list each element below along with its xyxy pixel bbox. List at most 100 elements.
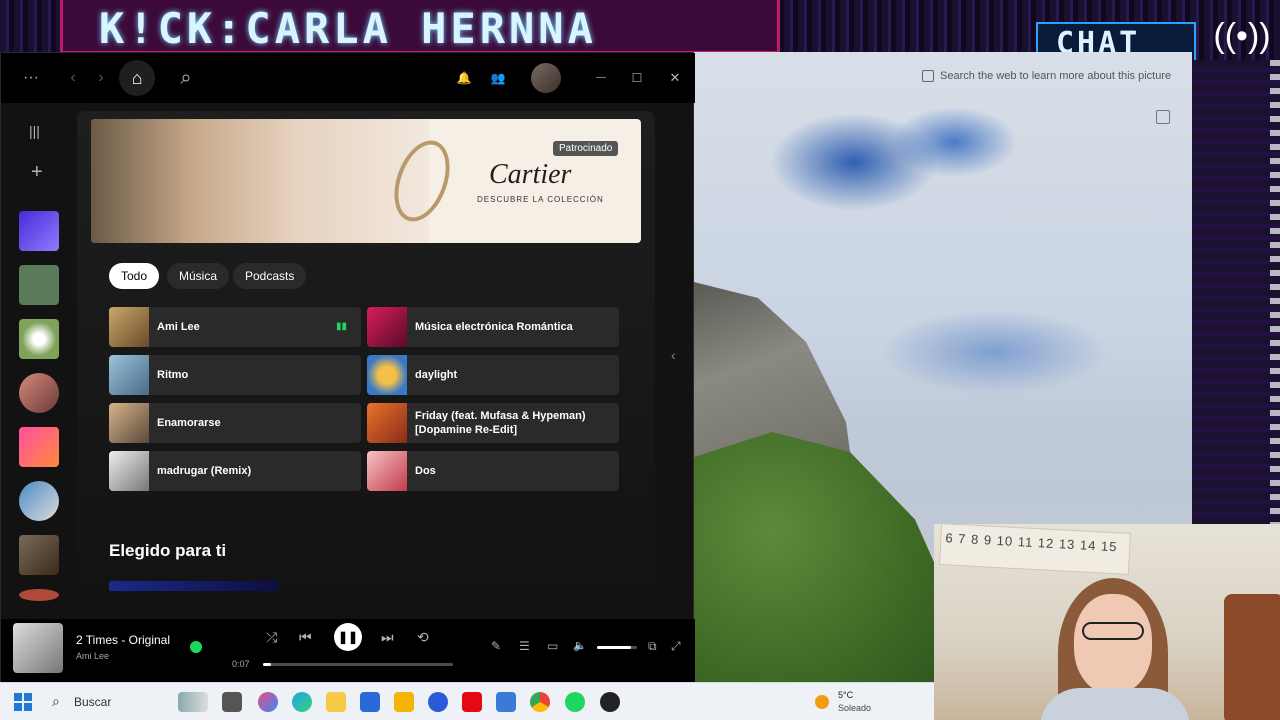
- pause-button[interactable]: ❚❚: [334, 623, 362, 651]
- sponsored-badge: Patrocinado: [553, 141, 619, 156]
- tile-cover: [367, 355, 407, 395]
- close-icon[interactable]: ✕: [665, 65, 685, 91]
- playlist-thumb[interactable]: [19, 535, 59, 575]
- bell-icon[interactable]: 🔔: [453, 65, 475, 91]
- shuffle-icon[interactable]: ⤮: [266, 629, 277, 646]
- trees: [694, 432, 954, 682]
- tile-cover: [109, 307, 149, 347]
- windows-start-icon[interactable]: [14, 693, 32, 711]
- playlist-thumb[interactable]: [19, 427, 59, 467]
- shortcut-tile[interactable]: daylight: [367, 355, 619, 395]
- section-title[interactable]: Elegido para ti: [109, 541, 226, 561]
- zoom-icon[interactable]: [428, 692, 448, 712]
- streamer-shirt: [1040, 688, 1190, 720]
- broadcast-icon: ((•)): [1213, 17, 1271, 55]
- taskbar: ⌕ Buscar 5°C Soleado: [0, 682, 934, 720]
- tile-label: Dos: [415, 464, 436, 477]
- next-icon[interactable]: ⏭: [381, 629, 394, 646]
- ad-brand: Cartier: [489, 159, 572, 190]
- now-playing-artist[interactable]: Ami Lee: [76, 651, 109, 661]
- friends-icon[interactable]: 👥: [487, 65, 509, 91]
- previous-icon[interactable]: ⏮: [299, 629, 312, 646]
- miniplayer-icon[interactable]: ⧉: [648, 639, 657, 654]
- back-icon[interactable]: ‹: [63, 65, 83, 91]
- minimize-icon[interactable]: —: [591, 65, 611, 91]
- title-bar: ··· ‹ › ⌂ ⌕ 🔔 👥 — ☐ ✕: [1, 53, 695, 103]
- tile-cover: [109, 403, 149, 443]
- lyrics-icon[interactable]: ✎: [491, 639, 501, 653]
- menu-icon[interactable]: ···: [19, 65, 43, 91]
- artist-thumb[interactable]: [19, 481, 59, 521]
- liked-check-icon[interactable]: [190, 641, 202, 653]
- stream-title-banner: K!CK:CARLA HERNNA: [60, 0, 780, 54]
- chip-all[interactable]: Todo: [109, 263, 160, 289]
- taskbar-search-label[interactable]: Buscar: [74, 695, 111, 709]
- maximize-icon[interactable]: ☐: [627, 65, 647, 91]
- obs-icon[interactable]: [600, 692, 620, 712]
- shortcut-tile[interactable]: Enamorarse: [109, 403, 361, 443]
- now-playing-title[interactable]: 2 Times - Original: [76, 633, 170, 647]
- avatar[interactable]: [531, 63, 561, 93]
- tile-label: Enamorarse: [157, 416, 221, 429]
- spotify-window: ··· ‹ › ⌂ ⌕ 🔔 👥 — ☐ ✕ ||| + Cartier DESC…: [0, 52, 695, 683]
- widget-icon[interactable]: [178, 692, 208, 712]
- liked-songs-thumb[interactable]: [19, 211, 59, 251]
- device-icon[interactable]: ▭: [547, 639, 558, 653]
- tile-label: Friday (feat. Mufasa & Hypeman) [Dopamin…: [415, 409, 586, 436]
- ad-image: [91, 119, 429, 243]
- collapse-panel-icon[interactable]: ‹: [671, 347, 676, 363]
- camera-icon[interactable]: [1156, 110, 1170, 124]
- shortcut-tile[interactable]: Ritmo: [109, 355, 361, 395]
- store-icon[interactable]: [360, 692, 380, 712]
- sponsored-banner[interactable]: Cartier DESCUBRE LA COLECCIÓN Patrocinad…: [91, 119, 641, 243]
- fullscreen-icon[interactable]: ⤢: [671, 639, 681, 654]
- chip-music[interactable]: Música: [167, 263, 230, 289]
- netflix-icon[interactable]: [462, 692, 482, 712]
- artist-thumb[interactable]: [19, 373, 59, 413]
- edge-icon[interactable]: [292, 692, 312, 712]
- artist-thumb[interactable]: [19, 589, 59, 601]
- progress-bar[interactable]: [263, 663, 453, 666]
- add-icon[interactable]: +: [31, 161, 43, 184]
- temperature[interactable]: 5°C: [838, 690, 853, 700]
- forward-icon[interactable]: ›: [91, 65, 111, 91]
- wallpaper-hint[interactable]: Search the web to learn more about this …: [940, 70, 1171, 82]
- picture-info-icon[interactable]: [922, 70, 934, 82]
- library-sidebar: ||| +: [9, 111, 71, 601]
- elapsed-time: 0:07: [232, 659, 250, 669]
- webcam-feed: 6 7 8 9 10 11 12 13 14 15: [934, 524, 1280, 720]
- shortcut-tile[interactable]: Friday (feat. Mufasa & Hypeman) [Dopamin…: [367, 403, 619, 443]
- weather-condition[interactable]: Soleado: [838, 703, 871, 713]
- tile-label: Ami Lee: [157, 320, 200, 333]
- task-view-icon[interactable]: [222, 692, 242, 712]
- sun-icon[interactable]: [815, 695, 829, 709]
- stream-overlay-right: [1192, 60, 1280, 530]
- chair: [1224, 594, 1280, 720]
- copilot-icon[interactable]: [258, 692, 278, 712]
- section-preview: [109, 581, 279, 591]
- chip-podcasts[interactable]: Podcasts: [233, 263, 307, 289]
- volume-icon[interactable]: 🔈: [573, 639, 587, 652]
- shortcut-tile[interactable]: Música electrónica Romántica: [367, 307, 619, 347]
- search-icon[interactable]: ⌕: [173, 65, 199, 91]
- spotify-icon[interactable]: [565, 692, 585, 712]
- chrome-icon[interactable]: [530, 692, 550, 712]
- library-icon[interactable]: |||: [29, 123, 40, 139]
- repeat-icon[interactable]: ⟲: [417, 629, 429, 646]
- volume-slider[interactable]: [597, 646, 637, 649]
- now-playing-cover[interactable]: [13, 623, 63, 673]
- notes-icon[interactable]: [394, 692, 414, 712]
- shortcut-tile[interactable]: Dos: [367, 451, 619, 491]
- file-explorer-icon[interactable]: [326, 692, 346, 712]
- queue-icon[interactable]: ☰: [519, 639, 530, 653]
- shortcut-tile[interactable]: Ami Lee ▮▮: [109, 307, 361, 347]
- playlist-thumb[interactable]: [19, 265, 59, 305]
- ruler: 6 7 8 9 10 11 12 13 14 15: [939, 524, 1131, 575]
- tile-label: madrugar (Remix): [157, 464, 252, 477]
- app-icon[interactable]: [496, 692, 516, 712]
- playlist-thumb[interactable]: [19, 319, 59, 359]
- taskbar-search-icon[interactable]: ⌕: [52, 693, 60, 710]
- home-content: Cartier DESCUBRE LA COLECCIÓN Patrocinad…: [77, 111, 655, 611]
- shortcut-tile[interactable]: madrugar (Remix): [109, 451, 361, 491]
- home-icon[interactable]: ⌂: [119, 60, 155, 96]
